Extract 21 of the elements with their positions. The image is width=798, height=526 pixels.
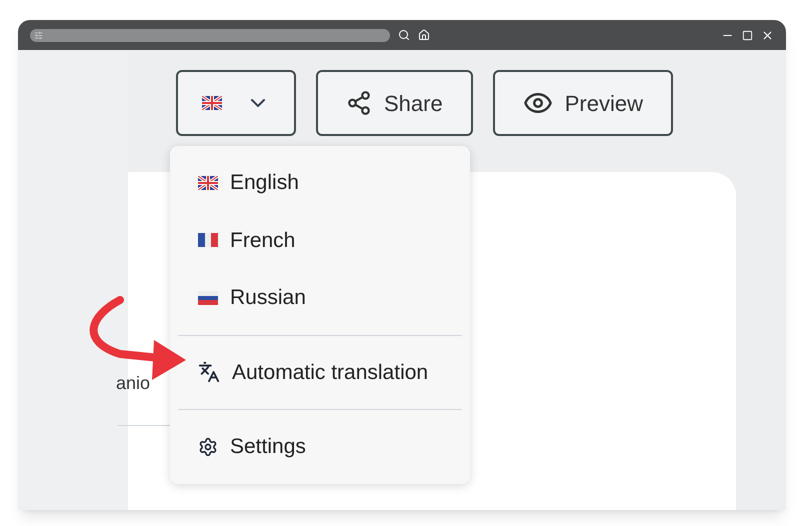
share-icon <box>346 90 372 116</box>
address-bar[interactable] <box>30 28 390 42</box>
menu-item[interactable]: Settings <box>170 418 470 476</box>
translate-icon <box>198 361 220 384</box>
russia-flag-icon <box>198 290 218 305</box>
menu-item[interactable]: Russian <box>170 269 470 326</box>
settings-icon <box>198 436 218 457</box>
maximize-icon[interactable] <box>742 30 753 40</box>
menu-item[interactable]: French <box>170 212 470 269</box>
close-icon[interactable] <box>761 28 774 42</box>
search-icon[interactable] <box>398 29 410 41</box>
uk-flag-icon <box>202 96 222 110</box>
share-button[interactable]: Share <box>316 70 473 136</box>
france-flag-icon <box>198 233 218 248</box>
home-icon[interactable] <box>418 29 430 41</box>
language-dropdown[interactable] <box>176 70 296 136</box>
preview-button[interactable]: Preview <box>492 70 673 136</box>
menu-item[interactable]: Automatic translation <box>170 344 470 401</box>
uk-flag-icon <box>198 176 218 190</box>
menu-item[interactable]: English <box>170 154 470 212</box>
background-text: anio <box>116 372 150 395</box>
